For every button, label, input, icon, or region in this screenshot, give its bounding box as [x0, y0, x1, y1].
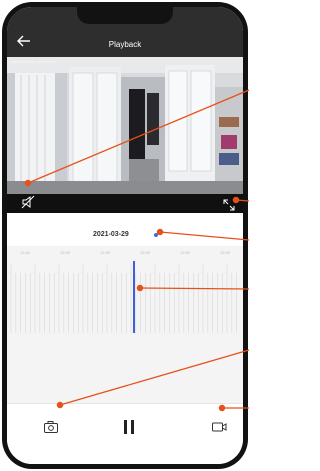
hour-label: 11:30 — [100, 250, 110, 255]
timeline-ticks — [10, 263, 237, 333]
camera-icon[interactable] — [43, 420, 59, 434]
hour-label: 12:00 — [59, 250, 71, 255]
video-control-bar — [7, 194, 243, 213]
record-video-icon[interactable] — [211, 420, 227, 434]
page-title: Playback — [108, 40, 142, 49]
fullscreen-icon[interactable] — [223, 198, 235, 211]
phone-frame: Playback 2021-03-29 12:03:58 2021-03-29 … — [2, 2, 248, 469]
hour-label: 12:00 — [219, 250, 231, 255]
timeline-hour-labels: 11:40 12:00 11:30 12:00 11:50 12:00 — [7, 250, 243, 258]
date-label[interactable]: 2021-03-29 — [93, 231, 129, 238]
date-selector[interactable]: 2021-03-29 — [7, 229, 243, 241]
hour-label: 12:00 — [139, 250, 151, 255]
mute-speaker-icon[interactable] — [21, 195, 35, 209]
date-dropdown-indicator[interactable] — [154, 233, 158, 237]
pause-icon[interactable] — [122, 419, 136, 435]
app-screen: Playback 2021-03-29 12:03:58 2021-03-29 … — [7, 7, 243, 464]
video-timestamp: 2021-03-29 12:03:58 — [11, 61, 57, 65]
bottom-toolbar — [7, 403, 243, 464]
hour-label: 11:50 — [180, 250, 190, 255]
phone-notch — [77, 7, 173, 24]
timeline-panel: 2021-03-29 11:40 12:00 11:30 12:00 11:50… — [7, 213, 243, 408]
video-player[interactable]: 2021-03-29 12:03:58 — [7, 57, 243, 194]
hour-label: 11:40 — [20, 250, 30, 255]
timeline-playhead[interactable] — [133, 261, 135, 333]
